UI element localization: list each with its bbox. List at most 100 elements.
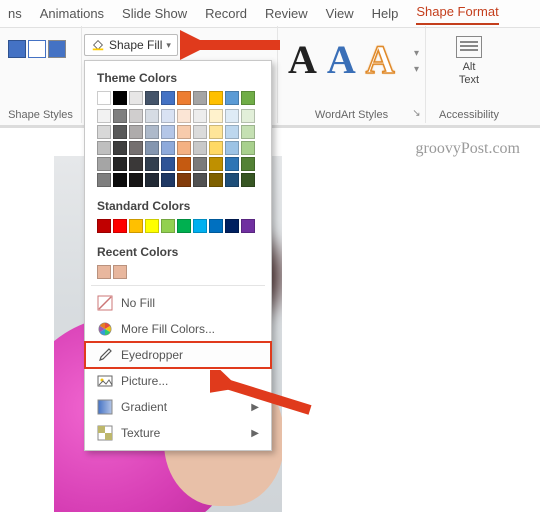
color-swatch[interactable] [161, 109, 175, 123]
color-swatch[interactable] [225, 109, 239, 123]
color-swatch[interactable] [113, 265, 127, 279]
color-swatch[interactable] [177, 109, 191, 123]
color-swatch[interactable] [145, 141, 159, 155]
color-swatch[interactable] [225, 141, 239, 155]
color-swatch[interactable] [209, 109, 223, 123]
eyedropper-item[interactable]: Eyedropper [85, 342, 271, 368]
tab-help[interactable]: Help [372, 6, 399, 25]
color-swatch[interactable] [209, 91, 223, 105]
alt-text-label-1: Alt [444, 61, 494, 74]
color-swatch[interactable] [145, 157, 159, 171]
tab-view[interactable]: View [326, 6, 354, 25]
tab-record[interactable]: Record [205, 6, 247, 25]
color-swatch[interactable] [241, 173, 255, 187]
color-swatch[interactable] [193, 109, 207, 123]
color-swatch[interactable] [225, 173, 239, 187]
color-swatch[interactable] [177, 173, 191, 187]
color-swatch[interactable] [225, 157, 239, 171]
color-swatch[interactable] [193, 173, 207, 187]
color-swatch[interactable] [193, 91, 207, 105]
color-swatch[interactable] [241, 219, 255, 233]
no-fill-item[interactable]: No Fill [85, 290, 271, 316]
tab-review[interactable]: Review [265, 6, 308, 25]
alt-text-button[interactable]: Alt Text [444, 36, 494, 87]
color-swatch[interactable] [241, 109, 255, 123]
texture-item[interactable]: Texture ▶ [85, 420, 271, 446]
wordart-more-icon[interactable]: ▾▾ [414, 46, 419, 78]
style-swatch[interactable] [48, 40, 66, 58]
color-swatch[interactable] [129, 173, 143, 187]
color-swatch[interactable] [209, 157, 223, 171]
color-swatch[interactable] [113, 141, 127, 155]
color-swatch[interactable] [209, 141, 223, 155]
wordart-style-3[interactable]: A [366, 40, 395, 80]
color-swatch[interactable] [97, 91, 111, 105]
color-swatch[interactable] [145, 173, 159, 187]
color-swatch[interactable] [97, 125, 111, 139]
color-swatch[interactable] [193, 219, 207, 233]
color-swatch[interactable] [161, 141, 175, 155]
color-swatch[interactable] [161, 125, 175, 139]
color-swatch[interactable] [97, 141, 111, 155]
color-swatch[interactable] [113, 125, 127, 139]
color-swatch[interactable] [161, 157, 175, 171]
color-swatch[interactable] [161, 219, 175, 233]
color-swatch[interactable] [113, 157, 127, 171]
color-swatch[interactable] [129, 91, 143, 105]
color-swatch[interactable] [161, 173, 175, 187]
color-swatch[interactable] [193, 157, 207, 171]
color-swatch[interactable] [97, 173, 111, 187]
color-swatch[interactable] [113, 173, 127, 187]
color-swatch[interactable] [113, 109, 127, 123]
color-swatch[interactable] [113, 219, 127, 233]
color-swatch[interactable] [97, 109, 111, 123]
color-wheel-icon [97, 321, 113, 337]
color-swatch[interactable] [129, 157, 143, 171]
wordart-dialog-launcher-icon[interactable]: ↘ [411, 108, 422, 119]
tab-animations[interactable]: Animations [40, 6, 104, 25]
style-swatch[interactable] [28, 40, 46, 58]
color-swatch[interactable] [177, 219, 191, 233]
color-swatch[interactable] [177, 91, 191, 105]
color-swatch[interactable] [225, 91, 239, 105]
color-swatch[interactable] [129, 141, 143, 155]
color-swatch[interactable] [161, 91, 175, 105]
color-swatch[interactable] [225, 125, 239, 139]
gradient-item[interactable]: Gradient ▶ [85, 394, 271, 420]
color-swatch[interactable] [177, 141, 191, 155]
wordart-style-1[interactable]: A [288, 40, 317, 80]
color-swatch[interactable] [97, 219, 111, 233]
color-swatch[interactable] [177, 125, 191, 139]
color-swatch[interactable] [193, 141, 207, 155]
color-swatch[interactable] [241, 91, 255, 105]
color-swatch[interactable] [193, 125, 207, 139]
color-swatch[interactable] [209, 219, 223, 233]
standard-colors-heading: Standard Colors [85, 197, 271, 219]
color-swatch[interactable] [225, 219, 239, 233]
tab-shape-format[interactable]: Shape Format [416, 4, 498, 25]
color-swatch[interactable] [145, 91, 159, 105]
picture-label: Picture... [121, 374, 168, 388]
color-swatch[interactable] [113, 91, 127, 105]
color-swatch[interactable] [241, 157, 255, 171]
color-swatch[interactable] [129, 125, 143, 139]
color-swatch[interactable] [241, 141, 255, 155]
style-swatch[interactable] [8, 40, 26, 58]
color-swatch[interactable] [97, 157, 111, 171]
picture-item[interactable]: Picture... [85, 368, 271, 394]
color-swatch[interactable] [145, 109, 159, 123]
tab-truncated[interactable]: ns [8, 6, 22, 25]
color-swatch[interactable] [145, 125, 159, 139]
color-swatch[interactable] [209, 173, 223, 187]
color-swatch[interactable] [129, 219, 143, 233]
color-swatch[interactable] [177, 157, 191, 171]
color-swatch[interactable] [97, 265, 111, 279]
color-swatch[interactable] [241, 125, 255, 139]
more-fill-colors-item[interactable]: More Fill Colors... [85, 316, 271, 342]
color-swatch[interactable] [145, 219, 159, 233]
color-swatch[interactable] [209, 125, 223, 139]
wordart-style-2[interactable]: A [327, 40, 356, 80]
tab-slideshow[interactable]: Slide Show [122, 6, 187, 25]
color-swatch[interactable] [129, 109, 143, 123]
texture-label: Texture [121, 426, 160, 440]
